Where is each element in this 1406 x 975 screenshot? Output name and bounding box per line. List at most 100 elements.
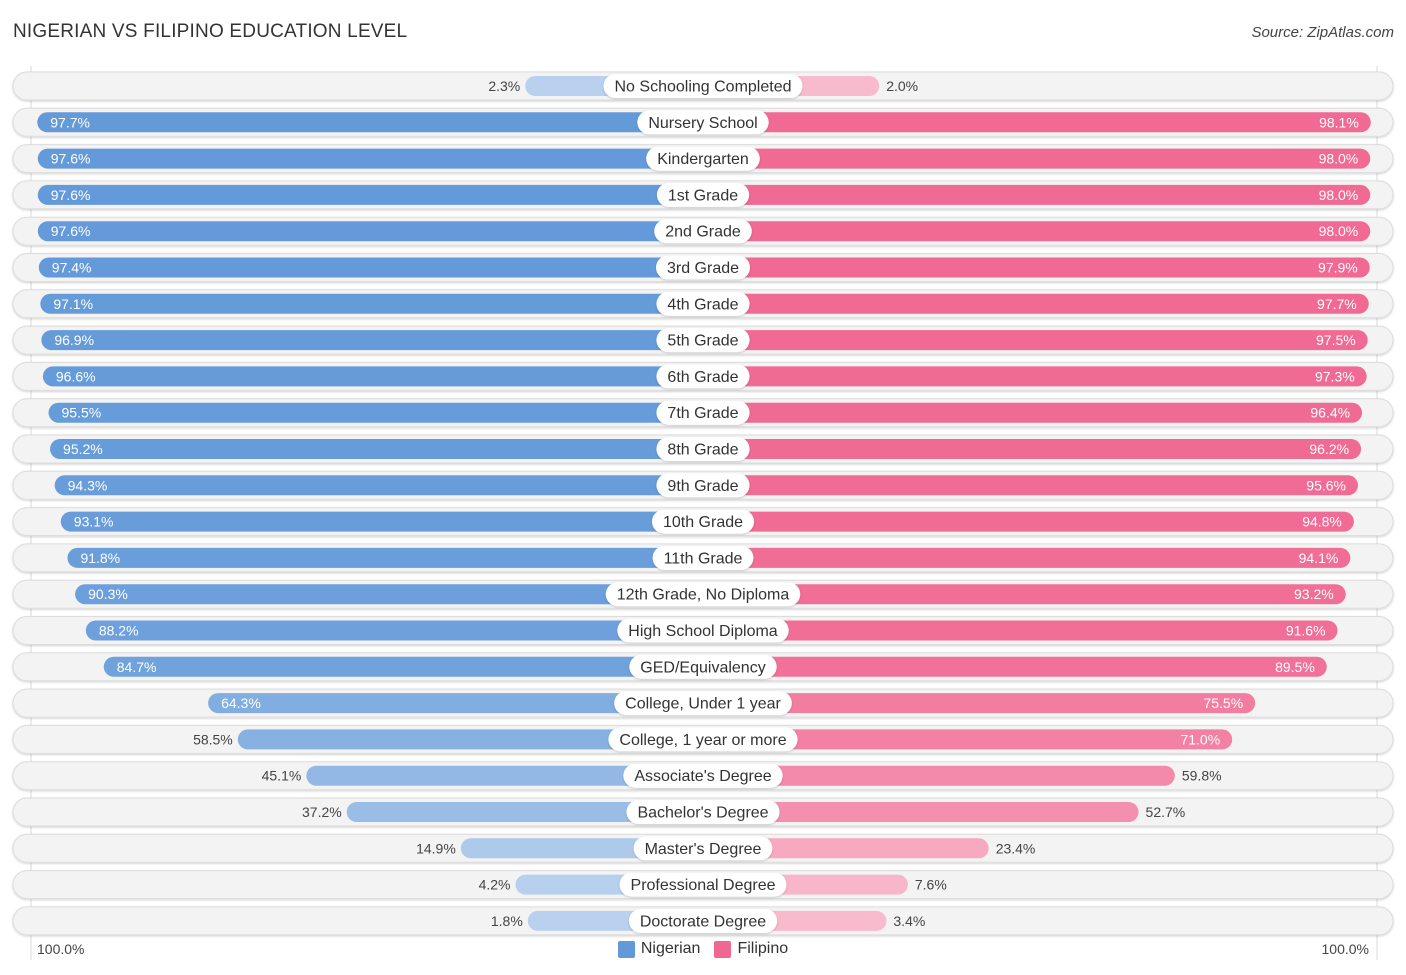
table-row: 95.5% 96.4% 7th Grade (12, 398, 1394, 428)
value-label-filipino: 89.5% (1275, 659, 1315, 675)
bar-filipino (703, 221, 1371, 242)
value-label-nigerian: 94.3% (68, 477, 108, 493)
bar-filipino (703, 511, 1354, 532)
value-label-filipino: 93.2% (1294, 586, 1334, 602)
legend: Nigerian Filipino (0, 940, 1406, 958)
bar-nigerian (67, 547, 704, 568)
table-row: 97.6% 98.0% 1st Grade (12, 180, 1394, 210)
category-label: 11th Grade (664, 550, 743, 567)
category-label: 5th Grade (667, 333, 738, 350)
bar-nigerian (42, 366, 704, 387)
value-label-filipino: 96.4% (1310, 405, 1350, 421)
table-row: 1.8% 3.4% Doctorate Degree (12, 906, 1394, 936)
legend-label-filipino: Filipino (737, 940, 789, 957)
bar-filipino (703, 620, 1338, 641)
bar-nigerian (37, 112, 703, 133)
category-label: Nursery School (648, 115, 757, 132)
value-label-nigerian: 14.9% (416, 840, 456, 856)
table-row: 97.6% 98.0% Kindergarten (12, 144, 1394, 174)
category-label: 8th Grade (667, 442, 738, 459)
value-label-nigerian: 97.1% (53, 296, 93, 312)
bar-filipino (703, 148, 1371, 169)
category-label: Kindergarten (657, 151, 749, 168)
bar-filipino (703, 330, 1368, 351)
bar-filipino (703, 112, 1371, 133)
bar-nigerian (54, 475, 703, 496)
value-label-nigerian: 96.6% (56, 368, 96, 384)
table-row: 94.3% 95.6% 9th Grade (12, 470, 1394, 500)
category-label: College, 1 year or more (619, 732, 786, 749)
category-label: 7th Grade (667, 405, 738, 422)
value-label-nigerian: 4.2% (479, 877, 511, 893)
value-label-nigerian: 91.8% (80, 550, 120, 566)
bar-nigerian (37, 184, 703, 205)
table-row: 84.7% 89.5% GED/Equivalency (12, 652, 1394, 682)
table-row: 58.5% 71.0% College, 1 year or more (12, 724, 1394, 754)
value-label-nigerian: 37.2% (302, 804, 342, 820)
value-label-nigerian: 97.6% (51, 223, 91, 239)
value-label-filipino: 94.1% (1299, 550, 1339, 566)
table-row: 45.1% 59.8% Associate's Degree (12, 761, 1394, 791)
category-label: 1st Grade (668, 187, 738, 204)
value-label-nigerian: 64.3% (221, 695, 261, 711)
bar-nigerian (41, 330, 703, 351)
category-label: Master's Degree (645, 841, 762, 858)
table-row: 91.8% 94.1% 11th Grade (12, 543, 1394, 573)
value-label-filipino: 98.0% (1319, 151, 1359, 167)
value-label-filipino: 97.5% (1316, 332, 1356, 348)
category-label: 6th Grade (667, 369, 738, 386)
bar-nigerian (85, 620, 704, 641)
value-label-nigerian: 2.3% (488, 78, 520, 94)
bar-filipino (703, 656, 1327, 677)
category-label: Professional Degree (631, 877, 776, 894)
legend-item-nigerian[interactable]: Nigerian (617, 940, 701, 958)
value-label-nigerian: 95.2% (63, 441, 103, 457)
bar-nigerian (37, 148, 703, 169)
legend-label-nigerian: Nigerian (640, 940, 701, 957)
table-row: 90.3% 93.2% 12th Grade, No Diploma (12, 579, 1394, 609)
bar-nigerian (48, 402, 703, 423)
value-label-nigerian: 84.7% (117, 659, 157, 675)
value-label-nigerian: 93.1% (74, 514, 114, 530)
chart-canvas: 2.3% 2.0% No Schooling Completed 97.7% 98.1%… (12, 66, 1394, 960)
category-label: GED/Equivalency (640, 659, 765, 676)
table-row: 14.9% 23.4% Master's Degree (12, 833, 1394, 863)
value-label-filipino: 71.0% (1180, 731, 1220, 747)
value-label-nigerian: 95.5% (62, 405, 102, 421)
value-label-filipino: 75.5% (1203, 695, 1243, 711)
value-label-filipino: 97.9% (1318, 260, 1358, 276)
value-label-filipino: 98.0% (1319, 223, 1359, 239)
table-row: 88.2% 91.6% High School Diploma (12, 616, 1394, 645)
bar-nigerian (50, 439, 703, 459)
value-label-filipino: 2.0% (886, 78, 918, 94)
value-label-nigerian: 45.1% (262, 768, 302, 784)
value-label-nigerian: 90.3% (88, 586, 128, 602)
table-row: 97.1% 97.7% 4th Grade (12, 289, 1394, 319)
table-row: 2.3% 2.0% No Schooling Completed (12, 71, 1394, 101)
bar-filipino (703, 293, 1369, 314)
value-label-filipino: 94.8% (1302, 514, 1342, 530)
value-label-filipino: 96.2% (1309, 441, 1349, 457)
bar-filipino (703, 257, 1370, 278)
table-row: 96.9% 97.5% 5th Grade (12, 325, 1394, 355)
value-label-nigerian: 58.5% (193, 731, 233, 747)
category-label: 9th Grade (667, 478, 738, 495)
table-row: 97.6% 98.0% 2nd Grade (12, 216, 1394, 246)
bar-nigerian (40, 293, 704, 314)
legend-swatch-nigerian (617, 940, 635, 958)
category-label: College, Under 1 year (625, 696, 781, 713)
value-label-filipino: 97.3% (1315, 368, 1355, 384)
legend-item-filipino[interactable]: Filipino (714, 940, 788, 958)
table-row: 96.6% 97.3% 6th Grade (12, 361, 1394, 391)
category-label: No Schooling Completed (615, 79, 792, 96)
table-row: 4.2% 7.6% Professional Degree (12, 870, 1394, 900)
value-label-nigerian: 1.8% (491, 913, 523, 929)
table-row: 95.2% 96.2% 8th Grade (12, 434, 1394, 464)
category-label: 2nd Grade (665, 224, 741, 241)
value-label-nigerian: 97.6% (51, 187, 91, 203)
category-label: Bachelor's Degree (637, 805, 768, 822)
table-row: 93.1% 94.8% 10th Grade (12, 507, 1394, 537)
bar-filipino (703, 402, 1363, 423)
table-row: 64.3% 75.5% College, Under 1 year (12, 688, 1394, 718)
table-row: 37.2% 52.7% Bachelor's Degree (12, 797, 1394, 827)
